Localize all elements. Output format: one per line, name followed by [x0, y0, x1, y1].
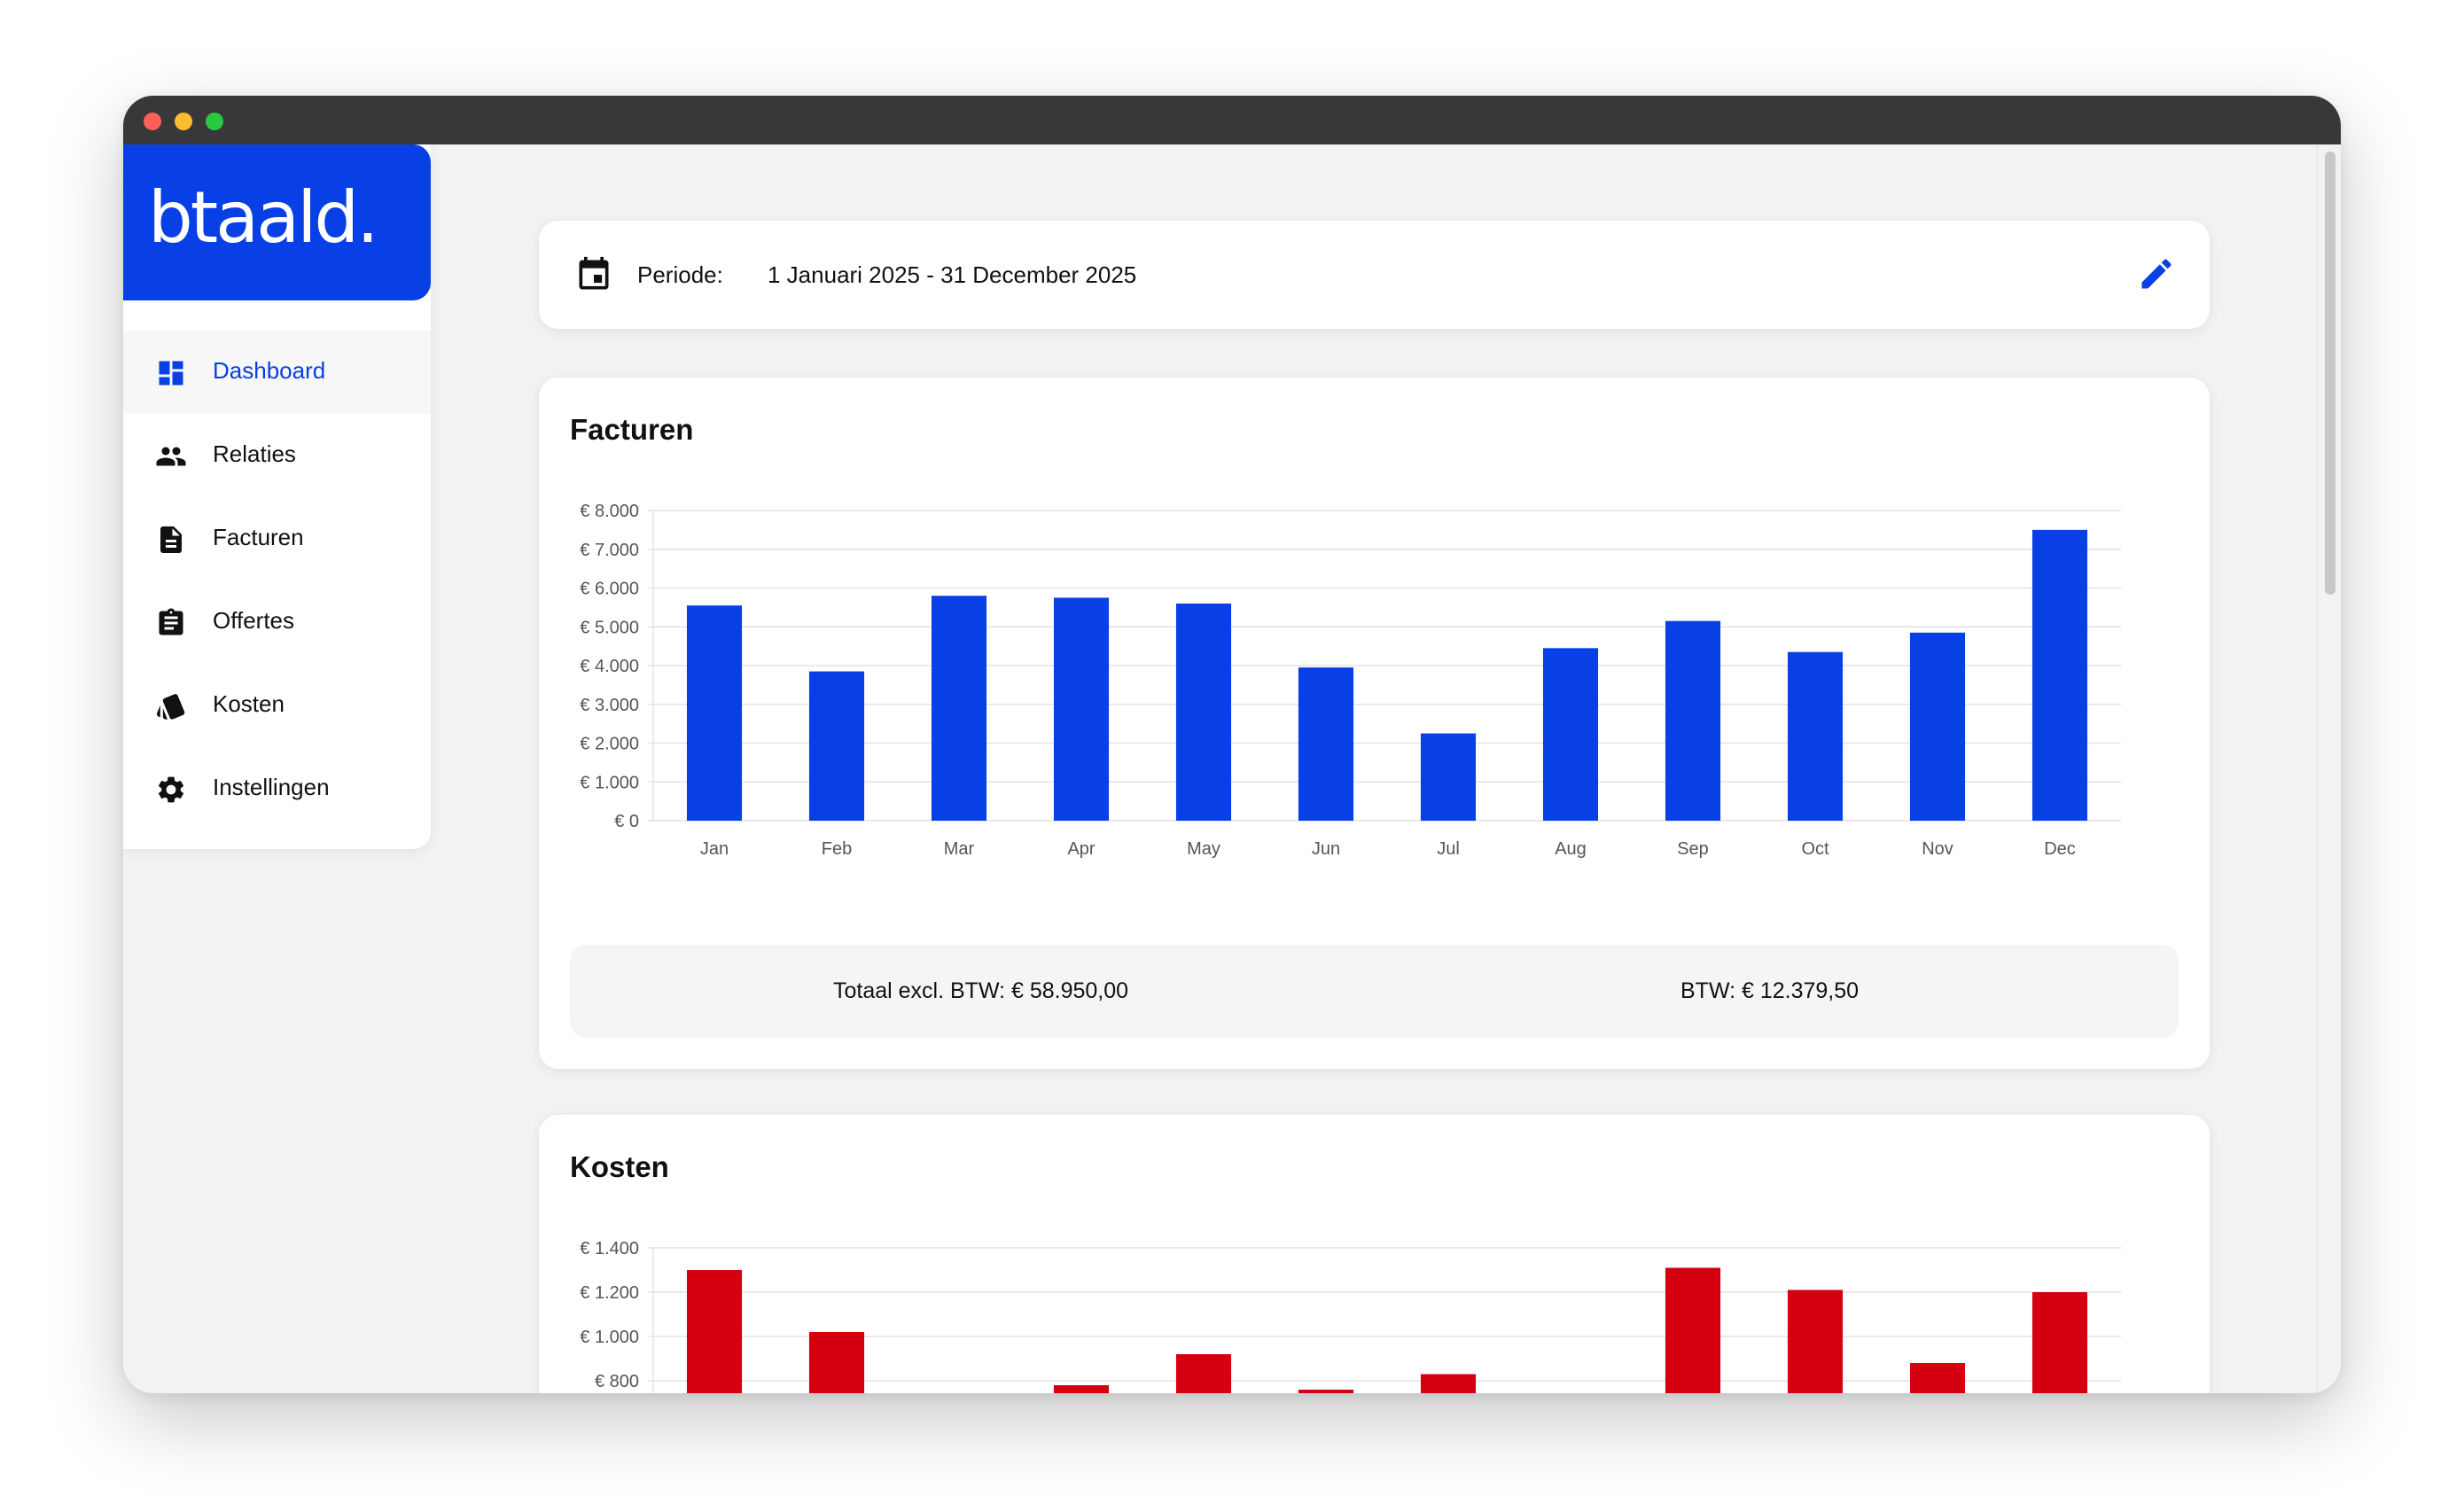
bar-sep	[1665, 1267, 1721, 1393]
sidebar-item-relaties[interactable]: Relaties	[123, 414, 431, 497]
app-content: btaald. Dashboard Relaties Facturen Offe…	[123, 144, 2341, 1393]
facturen-chart-card: Facturen € 0 € 1.000 € 2.000 € 3.000 € 4.000…	[539, 378, 2210, 1069]
bar-oct	[1787, 651, 1844, 821]
sidebar-item-label: Dashboard	[213, 357, 326, 384]
sidebar-item-kosten[interactable]: Kosten	[123, 664, 431, 747]
bar-feb	[808, 671, 865, 821]
scrollbar-thumb[interactable]	[2325, 152, 2335, 595]
sidebar-item-label: Facturen	[213, 524, 304, 550]
logo-text: btaald.	[148, 176, 379, 259]
y-tick-label: € 5.000	[580, 618, 639, 637]
bar-oct	[1787, 1290, 1844, 1393]
bar-aug	[1542, 648, 1599, 821]
bar-may	[1175, 1354, 1232, 1393]
y-tick-label: € 1.000	[580, 773, 639, 792]
x-tick-label: Feb	[822, 839, 852, 859]
bar-nov	[1909, 632, 1966, 821]
document-icon	[160, 526, 182, 553]
y-tick-label: € 7.000	[580, 541, 639, 560]
minimize-window-button[interactable]	[175, 113, 192, 130]
close-window-button[interactable]	[144, 113, 161, 130]
y-tick-label: € 1.400	[580, 1239, 639, 1258]
period-value: 1 Januari 2025 - 31 December 2025	[768, 261, 1137, 288]
bar-apr	[1053, 597, 1110, 821]
sidebar-nav: Dashboard Relaties Facturen Offertes Kos…	[123, 331, 431, 830]
y-tick-label: € 800	[595, 1372, 639, 1391]
kosten-chart-card: Kosten € 800 € 1.000 € 1.200 € 1.400	[539, 1115, 2210, 1393]
browser-window: btaald. Dashboard Relaties Facturen Offe…	[123, 96, 2341, 1393]
bar-jan	[686, 605, 743, 821]
x-tick-label: Mar	[944, 839, 975, 859]
window-titlebar	[123, 96, 2341, 144]
y-tick-label: € 1.200	[580, 1283, 639, 1303]
bar-sep	[1665, 620, 1721, 821]
sidebar-item-facturen[interactable]: Facturen	[123, 497, 431, 580]
clipboard-icon	[159, 608, 183, 635]
bar-jan	[686, 1270, 743, 1393]
x-tick-label: Jul	[1437, 839, 1460, 859]
x-tick-label: Sep	[1677, 839, 1709, 859]
bar-nov	[1909, 1363, 1966, 1393]
bar-dec	[2031, 1292, 2088, 1393]
y-tick-label: € 0	[614, 812, 639, 831]
bar-jul	[1420, 733, 1477, 821]
bar-apr	[1053, 1385, 1110, 1393]
period-card: Periode: 1 Januari 2025 - 31 December 20…	[539, 221, 2210, 329]
pencil-icon[interactable]	[2137, 254, 2176, 293]
dashboard-icon	[159, 361, 183, 386]
facturen-bar-chart: € 0 € 1.000 € 2.000 € 3.000 € 4.000 € 5.000 € …	[580, 502, 2121, 859]
total-excl-btw: Totaal excl. BTW: € 58.950,00	[833, 978, 1129, 1003]
bar-feb	[808, 1332, 865, 1393]
calendar-icon	[579, 256, 609, 290]
y-tick-label: € 2.000	[580, 735, 639, 754]
x-tick-label: Oct	[1801, 839, 1829, 859]
bar-jul	[1420, 1374, 1477, 1393]
x-tick-label: Nov	[1922, 839, 1953, 859]
x-tick-label: Jan	[700, 839, 729, 859]
y-tick-label: € 8.000	[580, 502, 639, 521]
y-tick-label: € 6.000	[580, 580, 639, 599]
period-label: Periode:	[637, 261, 723, 288]
logo[interactable]: btaald.	[123, 144, 431, 300]
sidebar-item-dashboard[interactable]: Dashboard	[123, 331, 431, 414]
y-tick-label: € 1.000	[580, 1328, 639, 1347]
y-tick-label: € 4.000	[580, 657, 639, 676]
bar-jun	[1298, 1390, 1354, 1393]
bar-may	[1175, 604, 1232, 821]
sidebar-item-label: Instellingen	[213, 774, 330, 800]
scrollbar[interactable]	[2317, 144, 2341, 1393]
x-tick-label: Jun	[1312, 839, 1340, 859]
bar-jun	[1298, 667, 1354, 821]
sidebar-item-label: Relaties	[213, 440, 296, 467]
total-btw: BTW: € 12.379,50	[1680, 978, 1860, 1003]
maximize-window-button[interactable]	[206, 113, 223, 130]
facturen-totals: Totaal excl. BTW: € 58.950,00 BTW: € 12.…	[570, 945, 2179, 1038]
people-icon	[156, 447, 186, 466]
bar-dec	[2031, 529, 2088, 821]
bar-mar	[931, 596, 987, 821]
x-tick-label: May	[1187, 839, 1220, 859]
sidebar: btaald. Dashboard Relaties Facturen Offe…	[123, 144, 431, 849]
cards-icon	[156, 694, 185, 720]
gear-icon	[158, 776, 184, 803]
y-tick-label: € 3.000	[580, 696, 639, 715]
sidebar-item-label: Kosten	[213, 690, 285, 717]
sidebar-item-instellingen[interactable]: Instellingen	[123, 747, 431, 830]
x-tick-label: Dec	[2044, 839, 2076, 859]
x-tick-label: Apr	[1067, 839, 1095, 859]
sidebar-item-label: Offertes	[213, 607, 295, 634]
kosten-bar-chart: € 800 € 1.000 € 1.200 € 1.400	[580, 1239, 2121, 1393]
x-tick-label: Aug	[1555, 839, 1587, 859]
sidebar-item-offertes[interactable]: Offertes	[123, 580, 431, 664]
